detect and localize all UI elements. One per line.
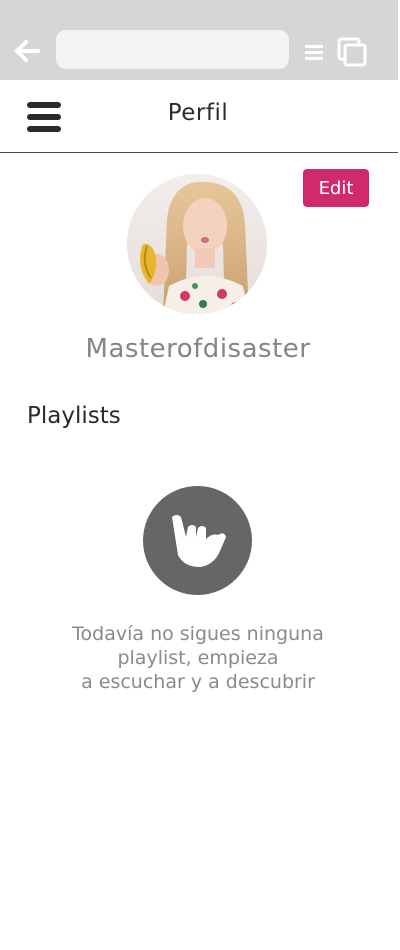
empty-message-line: a escuchar y a descubrir xyxy=(81,671,315,693)
back-button[interactable] xyxy=(14,38,40,64)
avatar-photo xyxy=(127,174,267,314)
url-input[interactable] xyxy=(56,30,289,69)
empty-message-line: playlist, empieza xyxy=(117,647,279,669)
avatar[interactable] xyxy=(127,174,267,314)
shaka-hand-icon xyxy=(143,486,252,595)
browser-menu-button[interactable] xyxy=(304,42,324,62)
app-header: Perfil xyxy=(0,80,398,153)
shaka-hand-glyph xyxy=(171,514,226,567)
empty-playlists-message: Todavía no sigues ninguna playlist, empi… xyxy=(0,622,396,694)
username: Masterofdisaster xyxy=(85,334,311,364)
tabs-icon xyxy=(337,37,367,67)
empty-message-line: Todavía no sigues ninguna xyxy=(72,623,324,645)
menu-lines-icon xyxy=(305,45,323,60)
arrow-left-icon xyxy=(15,40,40,62)
browser-toolbar xyxy=(0,0,398,80)
page-title: Perfil xyxy=(167,100,229,126)
hamburger-line xyxy=(27,126,61,132)
edit-button[interactable]: Edit xyxy=(303,169,369,207)
playlists-heading: Playlists xyxy=(27,403,121,429)
tabs-button[interactable] xyxy=(337,37,367,67)
